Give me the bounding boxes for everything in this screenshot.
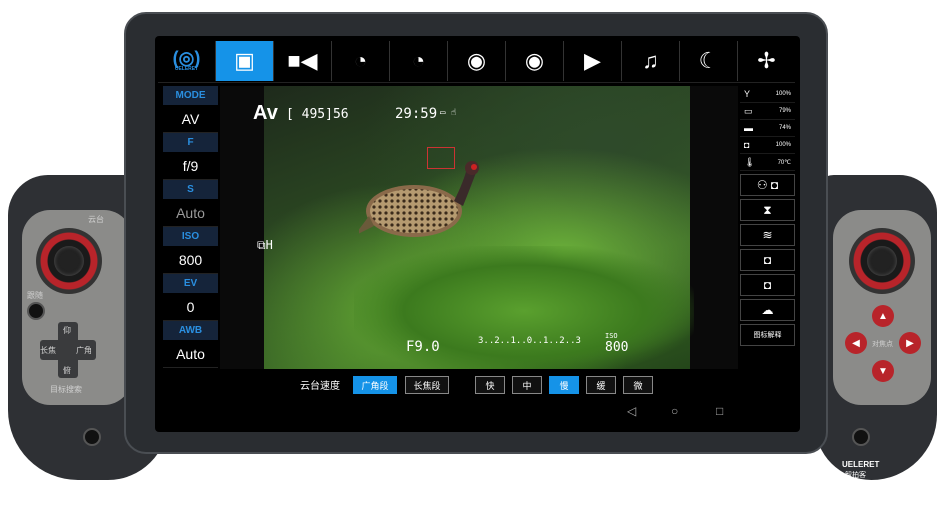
mode-value[interactable]: AV <box>163 105 218 133</box>
target-search-label: 目标搜索 <box>50 385 82 394</box>
shutter-value[interactable]: Auto <box>163 199 218 227</box>
product-render: 云台 跟随 仰 俯 长焦 广角 目标搜索 ▲ ▼ ◀ ▶ 对焦点 UELERET… <box>0 0 946 515</box>
mode-toolbar: (◎) UELERET ▣ ■◀ ◔ ◔ ◉ ◉ ▶ ♫ ☾ ✢ <box>158 39 795 83</box>
awb-value[interactable]: Auto <box>163 340 218 368</box>
upload-icon[interactable]: ☁ <box>740 299 795 321</box>
follow-label: 跟随 <box>27 291 43 300</box>
drive-mode-icon: ⧉H <box>257 238 273 252</box>
music-icon[interactable]: ♫ <box>622 40 680 81</box>
timelapse-photo-icon[interactable]: ◔ <box>332 40 390 81</box>
dpad-down-label: 俯 <box>63 366 71 375</box>
photo-camera-icon[interactable]: ▣ <box>216 40 274 81</box>
speed-micro-button[interactable]: 微 <box>623 376 653 394</box>
night-mode-icon[interactable]: ☾ <box>680 40 738 81</box>
speed-gentle-button[interactable]: 缓 <box>586 376 616 394</box>
battery-status: ▭ 79% <box>740 103 795 120</box>
fan-icon[interactable]: ✢ <box>738 41 795 81</box>
recents-nav-icon[interactable]: □ <box>716 404 723 418</box>
right-power-button[interactable] <box>852 428 870 446</box>
settings-panel: MODE AV F f/9 S Auto ISO 800 EV 0 AWB Au… <box>163 86 218 369</box>
app-logo: (◎) UELERET <box>158 40 216 81</box>
tele-segment-button[interactable]: 长焦段 <box>405 376 449 394</box>
shots-remaining: [ 495]56 <box>286 107 349 122</box>
ev-label: EV <box>163 274 218 293</box>
video-camera-icon[interactable]: ■◀ <box>274 40 332 81</box>
camera-interval-icon[interactable]: ◉ <box>506 40 564 81</box>
signal-icon: Y <box>744 89 751 99</box>
camera-joystick[interactable] <box>849 228 915 294</box>
gimbal-speed-label: 云台速度 <box>300 381 340 392</box>
dpad-right-label: 广角 <box>76 346 92 355</box>
gimbal-stick-label: 云台 <box>88 215 104 224</box>
shutter-icon[interactable]: ◘ <box>740 249 795 271</box>
pheasant-image <box>359 161 479 237</box>
live-view-image <box>264 86 694 369</box>
ev-value[interactable]: 0 <box>163 293 218 321</box>
focus-box[interactable] <box>427 147 455 169</box>
playback-icon[interactable]: ▶ <box>564 40 622 81</box>
mode-readout: Av <box>253 102 278 124</box>
left-menu-button[interactable] <box>83 428 101 446</box>
shutter-label: S <box>163 180 218 199</box>
device-battery-status: ▬ 74% <box>740 120 795 137</box>
dpad-up-label: 仰 <box>63 326 71 335</box>
exposure-scale: 3..2..1..0..1..2..3 <box>478 336 581 346</box>
aperture-label: F <box>163 133 218 152</box>
focus-point-label: 对焦点 <box>872 341 893 348</box>
awb-label: AWB <box>163 321 218 340</box>
timer-readout: 29:59 <box>395 106 438 122</box>
aperture-value[interactable]: f/9 <box>163 152 218 180</box>
iso-value[interactable]: 800 <box>163 246 218 274</box>
battery-icon: ▭ <box>744 105 753 116</box>
brand-logo-cn: 智拍客 <box>845 472 866 479</box>
iso-label: ISO <box>163 227 218 246</box>
follow-button[interactable] <box>27 302 45 320</box>
device-battery-icon: ▬ <box>744 123 753 133</box>
gimbal-speed-bar: 云台速度 广角段 长焦段 快 中 慢 缓 微 <box>155 374 800 396</box>
live-view[interactable]: Av [ 495]56 29:59 ▭ ☝ ⧉H F9.0 3..2..1..0… <box>220 86 738 369</box>
speed-medium-button[interactable]: 中 <box>512 376 542 394</box>
iso-readout: 800 <box>605 340 629 355</box>
focus-left-button[interactable]: ◀ <box>845 332 867 354</box>
wifi-icon[interactable]: ≋ <box>740 224 795 246</box>
gimbal-joystick[interactable] <box>36 228 102 294</box>
app-screen: (◎) UELERET ▣ ■◀ ◔ ◔ ◉ ◉ ▶ ♫ ☾ ✢ MODE AV… <box>155 36 800 432</box>
speed-fast-button[interactable]: 快 <box>475 376 505 394</box>
gamepad-camera-icon[interactable]: ⚇ ◘ <box>740 174 795 196</box>
battery-mini-icon: ▭ ☝ <box>440 108 457 118</box>
temperature-status: 🌡 70℃ <box>740 154 795 171</box>
focus-right-button[interactable]: ▶ <box>899 332 921 354</box>
status-panel: Y 100% ▭ 79% ▬ 74% ◘ 100% 🌡 70℃ ⚇ ◘ ⧗ ≋ ◘ ◘ ☁… <box>740 86 795 369</box>
dpad-left-label: 长焦 <box>40 346 56 355</box>
focus-down-button[interactable]: ▼ <box>872 360 894 382</box>
mode-label: MODE <box>163 86 218 105</box>
home-nav-icon[interactable]: ○ <box>671 404 678 418</box>
signal-status: Y 100% <box>740 86 795 103</box>
speed-slow-button[interactable]: 慢 <box>549 376 579 394</box>
back-nav-icon[interactable]: ◁ <box>627 404 636 418</box>
temperature-icon: 🌡 <box>744 156 756 167</box>
icon-help-button[interactable]: 图标解释 <box>740 324 795 346</box>
camera-battery-icon: ◘ <box>744 140 750 150</box>
hourglass-icon[interactable]: ⧗ <box>740 199 795 221</box>
aperture-readout: F9.0 <box>406 339 440 355</box>
focus-up-button[interactable]: ▲ <box>872 305 894 327</box>
camera-off-icon[interactable]: ◘ <box>740 274 795 296</box>
camera-battery-status: ◘ 100% <box>740 137 795 154</box>
iso-overlay-label: ISO <box>605 332 618 340</box>
timelapse-video-icon[interactable]: ◔ <box>390 40 448 81</box>
camera-timer-icon[interactable]: ◉ <box>448 40 506 81</box>
brand-logo: UELERET <box>842 460 880 469</box>
wide-segment-button[interactable]: 广角段 <box>353 376 397 394</box>
